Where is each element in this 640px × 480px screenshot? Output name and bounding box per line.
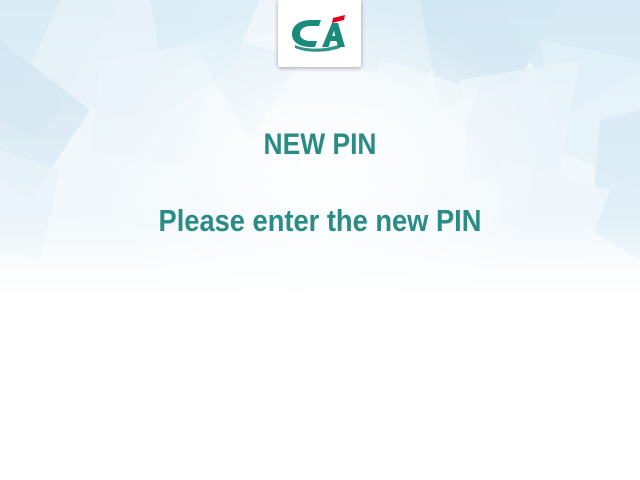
atm-screen: NEW PIN Please enter the new PIN [0, 0, 640, 480]
credit-agricole-logo-icon [292, 15, 345, 52]
page-title: NEW PIN [263, 128, 377, 161]
bank-logo-tile [278, 0, 361, 67]
instruction-text: Please enter the new PIN [158, 203, 482, 238]
background-pattern [0, 0, 640, 480]
